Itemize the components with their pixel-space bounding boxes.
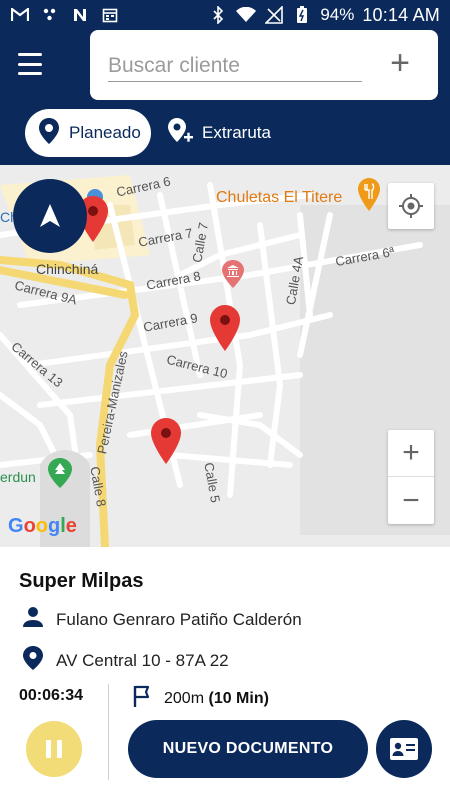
location-pin-icon [22,645,44,676]
tab-planeado[interactable]: Planeado [25,109,151,157]
pause-button[interactable] [26,721,82,777]
restaurant-icon[interactable] [357,177,381,218]
navigation-button[interactable] [13,179,87,253]
tab-extraruta[interactable]: Extraruta [166,114,271,152]
contact-name: Fulano Genraro Patiño Calderón [56,609,302,629]
distance-info: 200m (10 Min) [132,684,269,713]
duration-value: (10 Min) [208,689,269,707]
new-document-button[interactable]: NUEVO DOCUMENTO [128,720,368,778]
search-card: + [90,30,438,100]
status-bar: 94% 10:14 AM [0,0,450,30]
my-location-button[interactable] [388,183,434,229]
flag-icon [132,684,154,713]
park-icon[interactable] [46,457,74,494]
signal-icon [264,5,284,25]
zoom-out-button[interactable]: − [388,477,434,524]
poi-label: Chuletas El Titere [216,189,343,206]
client-map-pin[interactable] [209,304,241,352]
zoom-in-button[interactable]: + [388,430,434,477]
add-client-button[interactable]: + [388,46,412,80]
app-header: + Planeado Extraruta [0,30,450,165]
clock: 10:14 AM [362,4,440,25]
hamburger-menu-icon[interactable] [18,50,52,78]
address-row: AV Central 10 - 87A 22 [22,645,229,676]
crosshair-icon [399,194,423,218]
zoom-controls: + − [388,430,434,524]
distance-value: 200m [164,689,205,707]
battery-icon [292,5,312,25]
tab-extraruta-label: Extraruta [202,123,271,142]
wifi-icon [236,5,257,25]
town-label: Chinchiná [36,261,99,277]
dots-icon [40,5,60,25]
add-location-icon [166,116,194,151]
calendar-icon [100,5,120,25]
map-view[interactable]: Carrera 6 Carrera 7 Carrera 8 Carrera 9 … [0,165,450,547]
n-app-icon [70,5,90,25]
museum-icon[interactable] [220,259,246,294]
search-input[interactable] [108,50,362,82]
contact-card-button[interactable] [376,720,432,778]
client-map-pin[interactable] [150,417,182,465]
visit-timer: 00:06:34 [19,687,84,704]
vertical-divider [108,684,109,780]
battery-percent: 94% [320,5,355,24]
person-icon [22,606,44,633]
navigation-arrow-icon [40,204,60,227]
client-address: AV Central 10 - 87A 22 [56,650,229,670]
google-logo: Google [8,515,77,537]
location-pin-icon [37,117,61,150]
pause-icon [46,740,51,758]
gmail-icon [10,5,30,25]
bluetooth-icon [208,5,228,25]
place-label: erdun [0,469,36,485]
id-card-icon [390,738,418,760]
contact-row: Fulano Genraro Patiño Calderón [22,606,302,633]
client-name: Super Milpas [19,570,144,592]
tab-planeado-label: Planeado [69,123,141,142]
